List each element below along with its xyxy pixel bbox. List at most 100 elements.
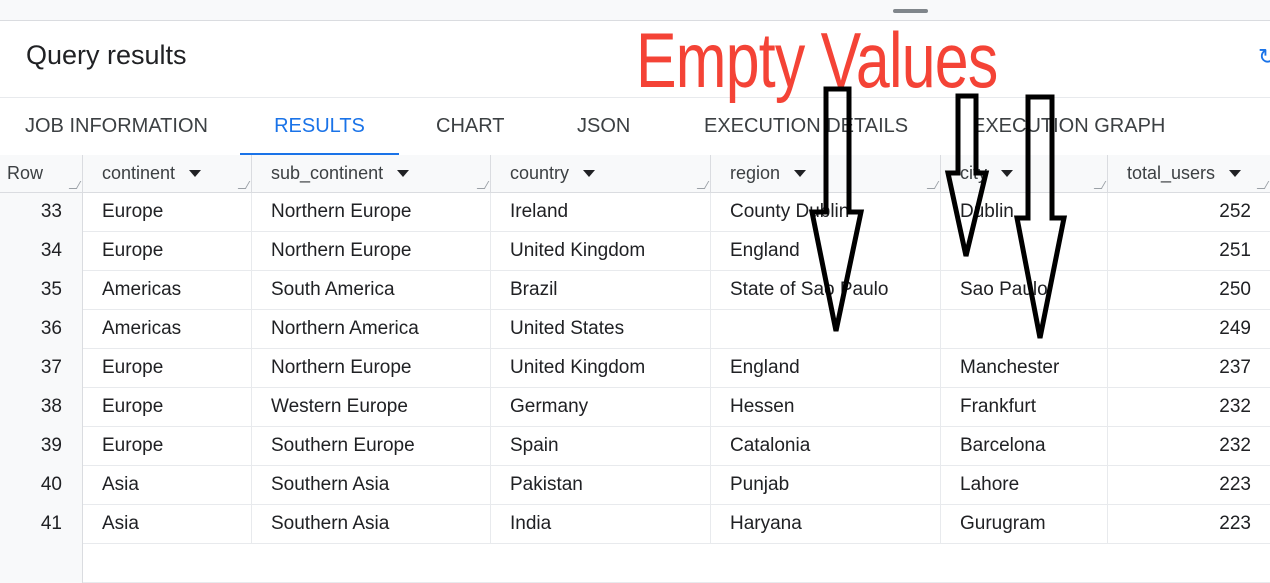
row-number-cell[interactable]: 39 — [0, 427, 83, 466]
total-users-cell[interactable]: 232 — [1108, 388, 1270, 427]
total-users-cell[interactable]: 232 — [1108, 427, 1270, 466]
table-row[interactable]: 35 Americas South America Brazil State of Sa… — [0, 271, 1270, 310]
country-cell[interactable]: United Kingdom — [491, 232, 711, 271]
resize-grip-icon[interactable] — [1256, 181, 1270, 189]
row-number-cell[interactable]: 36 — [0, 310, 83, 349]
caret-down-icon[interactable] — [1001, 169, 1013, 177]
total-users-cell[interactable]: 237 — [1108, 349, 1270, 388]
continent-cell[interactable]: Asia — [83, 466, 252, 505]
sub-continent-cell[interactable]: Northern America — [252, 310, 491, 349]
row-number-cell[interactable]: 38 — [0, 388, 83, 427]
continent-cell[interactable]: Europe — [83, 427, 252, 466]
column-header-region[interactable]: region — [711, 155, 941, 193]
caret-down-icon[interactable] — [1229, 169, 1242, 177]
total-users-cell[interactable]: 223 — [1108, 505, 1270, 544]
sub-continent-cell[interactable]: Western Europe — [252, 388, 491, 427]
tab-execution-details[interactable]: EXECUTION DETAILS — [704, 98, 908, 155]
city-cell[interactable]: Lahore — [941, 466, 1108, 505]
city-cell[interactable]: Gurugram — [941, 505, 1108, 544]
continent-cell[interactable]: Asia — [83, 505, 252, 544]
table-row[interactable]: 38 Europe Western Europe Germany Hessen Frank… — [0, 388, 1270, 427]
total-users-cell[interactable]: 249 — [1108, 310, 1270, 349]
caret-down-icon[interactable] — [189, 169, 202, 177]
sub-continent-cell[interactable]: Northern Europe — [252, 232, 491, 271]
row-number-cell[interactable]: 37 — [0, 349, 83, 388]
region-cell[interactable]: Hessen — [711, 388, 941, 427]
table-row[interactable]: 33 Europe Northern Europe Ireland County Dub… — [0, 193, 1270, 232]
column-header-row[interactable]: Row — [0, 155, 83, 193]
table-row[interactable]: 36 Americas Northern America United States 2… — [0, 310, 1270, 349]
city-cell[interactable]: Barcelona — [941, 427, 1108, 466]
drag-handle-icon[interactable] — [893, 9, 928, 13]
resize-grip-icon[interactable] — [696, 181, 710, 189]
country-cell[interactable]: Spain — [491, 427, 711, 466]
country-cell[interactable]: Germany — [491, 388, 711, 427]
row-number-cell[interactable]: 35 — [0, 271, 83, 310]
continent-cell[interactable]: Europe — [83, 349, 252, 388]
region-cell[interactable]: Haryana — [711, 505, 941, 544]
country-cell[interactable]: Brazil — [491, 271, 711, 310]
table-row[interactable]: 39 Europe Southern Europe Spain Catalonia Bar… — [0, 427, 1270, 466]
resize-grip-icon[interactable] — [1093, 181, 1107, 189]
table-row[interactable]: 41 Asia Southern Asia India Haryana Gurugram 2… — [0, 505, 1270, 544]
resize-grip-icon[interactable] — [237, 181, 251, 189]
region-cell[interactable]: England — [711, 349, 941, 388]
total-users-cell[interactable]: 252 — [1108, 193, 1270, 232]
sub-continent-cell[interactable]: Northern Europe — [252, 193, 491, 232]
city-cell[interactable] — [941, 232, 1108, 271]
row-number-cell[interactable]: 33 — [0, 193, 83, 232]
region-cell[interactable]: Punjab — [711, 466, 941, 505]
continent-cell[interactable]: Europe — [83, 388, 252, 427]
continent-cell[interactable]: Americas — [83, 310, 252, 349]
city-cell[interactable]: Dublin — [941, 193, 1108, 232]
tab-results[interactable]: RESULTS — [240, 98, 399, 156]
column-header-sub-continent[interactable]: sub_continent — [252, 155, 491, 193]
total-users-cell[interactable]: 251 — [1108, 232, 1270, 271]
row-number-cell[interactable]: 40 — [0, 466, 83, 505]
refresh-icon[interactable]: ↻ — [1258, 46, 1270, 68]
resize-grip-icon[interactable] — [476, 181, 490, 189]
city-cell[interactable]: Frankfurt — [941, 388, 1108, 427]
sub-continent-cell[interactable]: Southern Asia — [252, 505, 491, 544]
sub-continent-cell[interactable]: Southern Europe — [252, 427, 491, 466]
caret-down-icon[interactable] — [397, 169, 410, 177]
table-row[interactable]: 40 Asia Southern Asia Pakistan Punjab Lahore 2… — [0, 466, 1270, 505]
sub-continent-cell[interactable]: South America — [252, 271, 491, 310]
resize-grip-icon[interactable] — [68, 181, 82, 189]
country-cell[interactable]: United States — [491, 310, 711, 349]
total-users-cell[interactable]: 250 — [1108, 271, 1270, 310]
country-cell[interactable]: India — [491, 505, 711, 544]
total-users-cell[interactable]: 223 — [1108, 466, 1270, 505]
resize-grip-icon[interactable] — [926, 181, 940, 189]
city-cell[interactable] — [941, 310, 1108, 349]
continent-cell[interactable]: Europe — [83, 193, 252, 232]
caret-down-icon[interactable] — [794, 169, 807, 177]
city-cell[interactable]: Sao Paulo — [941, 271, 1108, 310]
region-cell[interactable]: Catalonia — [711, 427, 941, 466]
country-cell[interactable]: Ireland — [491, 193, 711, 232]
tab-execution-graph[interactable]: EXECUTION GRAPH — [972, 98, 1165, 155]
table-row[interactable]: 34 Europe Northern Europe United Kingdom Eng… — [0, 232, 1270, 271]
row-number-cell[interactable]: 34 — [0, 232, 83, 271]
region-cell[interactable]: State of Sao Paulo — [711, 271, 941, 310]
tab-chart[interactable]: CHART — [436, 98, 505, 155]
tab-json[interactable]: JSON — [577, 98, 630, 155]
tab-job-information[interactable]: JOB INFORMATION — [25, 98, 208, 155]
column-header-total-users[interactable]: total_users — [1108, 155, 1270, 193]
column-header-continent[interactable]: continent — [83, 155, 252, 193]
table-row[interactable]: 37 Europe Northern Europe United Kingdom Eng… — [0, 349, 1270, 388]
row-number-cell[interactable]: 41 — [0, 505, 83, 544]
continent-cell[interactable]: Americas — [83, 271, 252, 310]
continent-cell[interactable]: Europe — [83, 232, 252, 271]
caret-down-icon[interactable] — [583, 169, 596, 177]
column-header-city[interactable]: city — [941, 155, 1108, 193]
region-cell[interactable]: County Dublin — [711, 193, 941, 232]
country-cell[interactable]: United Kingdom — [491, 349, 711, 388]
country-cell[interactable]: Pakistan — [491, 466, 711, 505]
region-cell[interactable]: England — [711, 232, 941, 271]
region-cell[interactable] — [711, 310, 941, 349]
sub-continent-cell[interactable]: Northern Europe — [252, 349, 491, 388]
column-header-country[interactable]: country — [491, 155, 711, 193]
city-cell[interactable]: Manchester — [941, 349, 1108, 388]
sub-continent-cell[interactable]: Southern Asia — [252, 466, 491, 505]
